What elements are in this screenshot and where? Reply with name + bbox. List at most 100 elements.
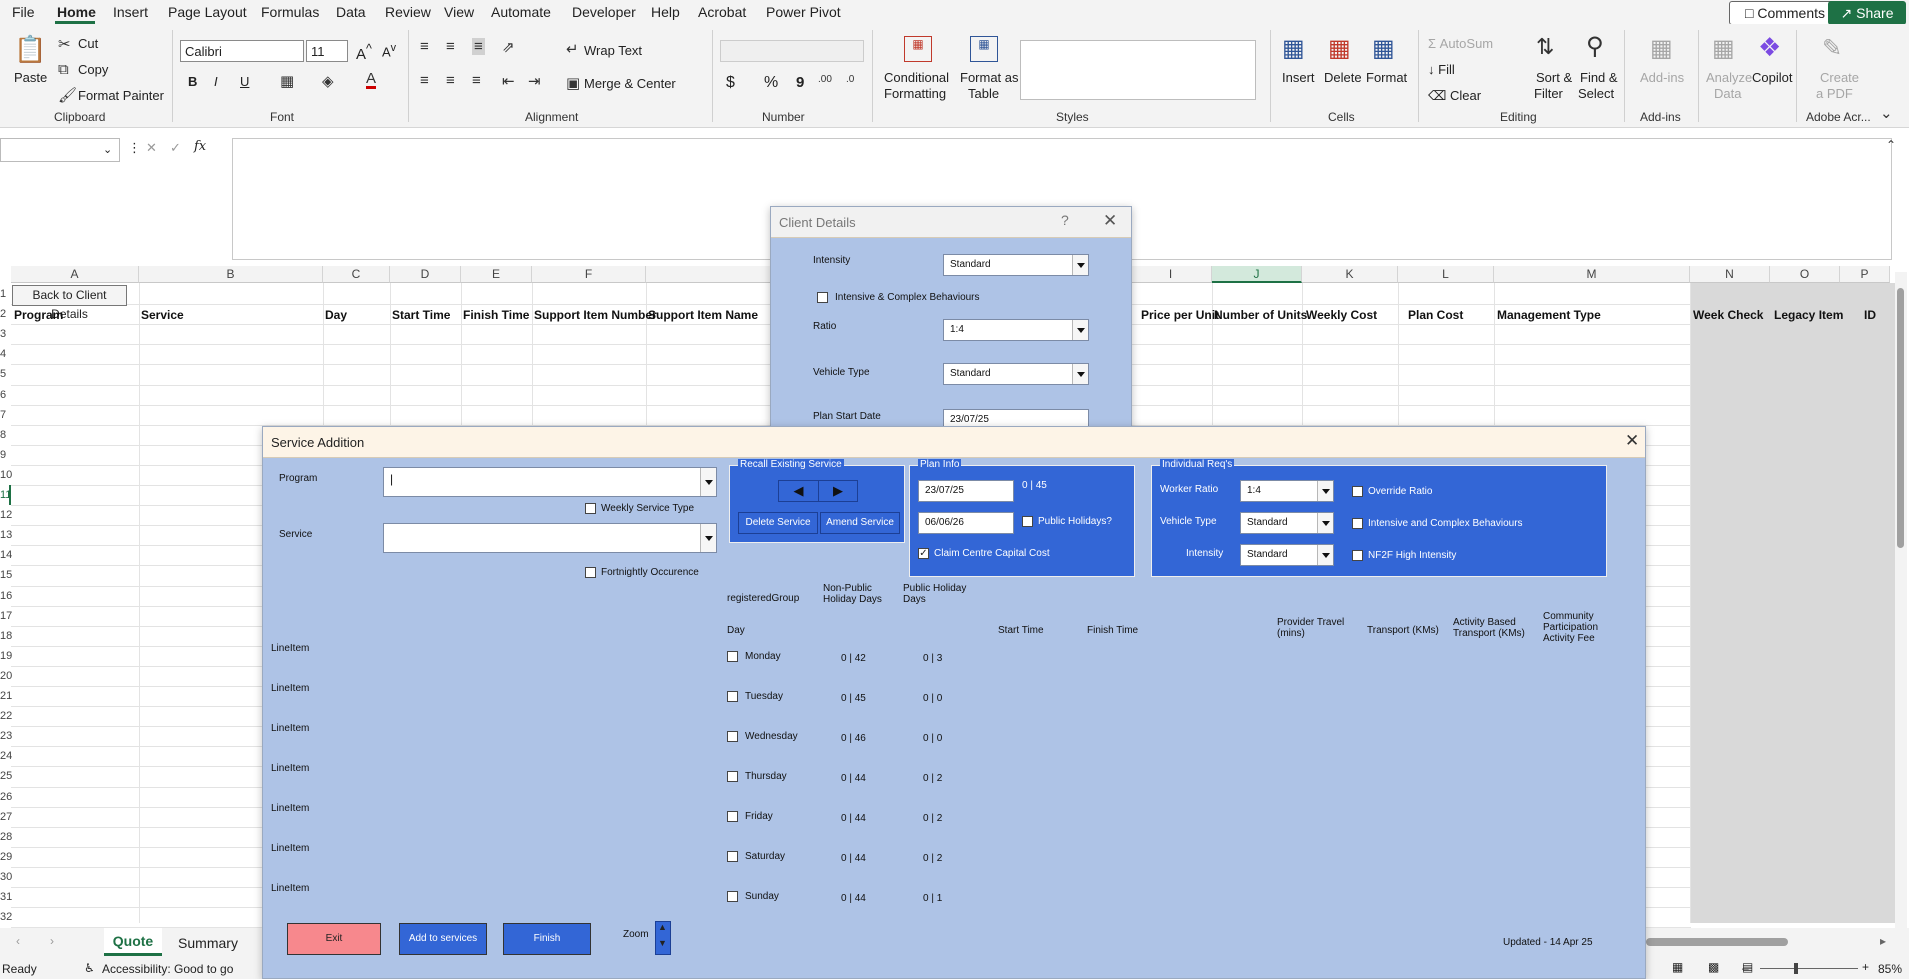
ratio-dropdown[interactable]: 1:4 <box>943 319 1089 341</box>
claim-centre-checkbox[interactable]: ✓ <box>918 548 929 559</box>
bold-button[interactable]: B <box>188 74 197 89</box>
menu-data[interactable]: Data <box>336 4 366 20</box>
client-details-close-icon[interactable]: ✕ <box>1103 211 1117 231</box>
menu-home[interactable]: Home <box>57 4 96 20</box>
row-header[interactable]: 2 <box>0 304 11 324</box>
align-left-icon[interactable]: ≡ <box>420 72 429 89</box>
row-header[interactable]: 27 <box>0 807 12 827</box>
underline-button[interactable]: U <box>240 74 249 89</box>
column-header-n[interactable]: N <box>1690 266 1770 283</box>
format-painter-button[interactable]: Format Painter <box>78 88 164 103</box>
column-header-b[interactable]: B <box>139 266 323 283</box>
exit-button[interactable]: Exit <box>287 923 381 955</box>
column-header-i[interactable]: I <box>1130 266 1212 283</box>
row-header[interactable]: 15 <box>0 565 12 585</box>
public-holidays-checkbox[interactable] <box>1022 516 1033 527</box>
row-header[interactable]: 20 <box>0 666 12 686</box>
day-checkbox[interactable] <box>727 891 738 902</box>
program-dropdown[interactable]: | <box>383 467 717 497</box>
analyze-data-icon[interactable]: ▦ <box>1712 34 1735 63</box>
row-header[interactable]: 23 <box>0 726 12 746</box>
number-format-combo[interactable] <box>720 40 864 62</box>
row-header[interactable]: 29 <box>0 847 12 867</box>
enter-icon[interactable]: ✓ <box>170 140 181 156</box>
cancel-icon[interactable]: ✕ <box>146 140 157 156</box>
row-header[interactable]: 4 <box>0 344 11 364</box>
column-header-l[interactable]: L <box>1398 266 1494 283</box>
row-header[interactable]: 1 <box>0 284 11 304</box>
worker-ratio-dropdown[interactable]: 1:4 <box>1240 480 1334 502</box>
accessibility-status[interactable]: Accessibility: Good to go <box>102 962 233 976</box>
service-dropdown[interactable] <box>383 523 717 553</box>
intensity-dropdown[interactable]: Standard <box>943 254 1089 276</box>
align-bottom-icon[interactable]: ≡ <box>472 38 485 55</box>
increase-font-icon[interactable]: A^ <box>356 42 372 63</box>
service-addition-close-icon[interactable]: ✕ <box>1625 431 1639 451</box>
row-header[interactable]: 22 <box>0 706 12 726</box>
row-header[interactable]: 17 <box>0 606 12 626</box>
row-header[interactable]: 13 <box>0 525 12 545</box>
menu-automate[interactable]: Automate <box>491 4 551 20</box>
vehicle-type-dropdown[interactable]: Standard <box>943 363 1089 385</box>
row-header[interactable]: 19 <box>0 646 12 666</box>
increase-decimal-icon[interactable]: .00 <box>818 74 832 85</box>
insert-cells-button[interactable]: Insert <box>1282 70 1315 85</box>
column-header-d[interactable]: D <box>390 266 461 283</box>
menu-power-pivot[interactable]: Power Pivot <box>766 4 841 20</box>
vehicle-type-dropdown[interactable]: Standard <box>1240 512 1334 534</box>
zoom-slider[interactable] <box>1760 968 1858 969</box>
row-header[interactable]: 28 <box>0 827 12 847</box>
find-select-button[interactable]: Find & <box>1580 70 1618 85</box>
addins-button[interactable]: Add-ins <box>1640 70 1684 85</box>
delete-cells-button[interactable]: Delete <box>1324 70 1362 85</box>
normal-view-icon[interactable]: ▦ <box>1672 960 1683 974</box>
day-checkbox[interactable] <box>727 851 738 862</box>
menu-help[interactable]: Help <box>651 4 680 20</box>
sort-filter-button[interactable]: Sort & <box>1536 70 1572 85</box>
row-header[interactable]: 8 <box>0 425 11 445</box>
row-header[interactable]: 6 <box>0 385 11 405</box>
decrease-font-icon[interactable]: Av <box>382 42 396 59</box>
chevron-up-icon[interactable]: ⌃ <box>1886 138 1896 152</box>
day-checkbox[interactable] <box>727 771 738 782</box>
intensive-complex-checkbox[interactable] <box>817 292 828 303</box>
create-pdf-icon[interactable]: ✎ <box>1822 34 1842 63</box>
menu-acrobat[interactable]: Acrobat <box>698 4 746 20</box>
amend-service-button[interactable]: Amend Service <box>820 512 900 534</box>
tab-quote[interactable]: Quote <box>104 928 162 956</box>
copilot-icon[interactable]: ❖ <box>1758 32 1781 63</box>
fill-color-icon[interactable]: ◈ <box>322 72 334 90</box>
menu-formulas[interactable]: Formulas <box>261 4 319 20</box>
add-to-services-button[interactable]: Add to services <box>399 923 487 955</box>
column-header-g[interactable] <box>646 266 774 283</box>
column-header-a[interactable]: A <box>11 266 139 283</box>
wrap-text-button[interactable]: Wrap Text <box>584 43 642 58</box>
zoom-in-icon[interactable]: + <box>1862 960 1869 974</box>
vertical-scroll-thumb[interactable] <box>1897 288 1904 548</box>
orientation-icon[interactable]: ⇗ <box>502 38 515 56</box>
vertical-scrollbar[interactable] <box>1895 272 1907 928</box>
align-center-icon[interactable]: ≡ <box>446 72 455 89</box>
conditional-formatting-icon[interactable]: ▦ <box>904 36 932 62</box>
font-color-icon[interactable]: A <box>366 71 377 89</box>
previous-service-button[interactable]: ◀ <box>779 481 819 501</box>
copilot-button[interactable]: Copilot <box>1752 70 1792 85</box>
analyze-data-button[interactable]: Analyze <box>1706 70 1752 85</box>
zoom-out-icon[interactable]: – <box>1742 961 1749 975</box>
column-header-k[interactable]: K <box>1302 266 1398 283</box>
nf2f-checkbox[interactable] <box>1352 550 1363 561</box>
currency-button[interactable]: $ <box>726 74 735 92</box>
row-header[interactable]: 11 <box>0 485 11 505</box>
row-header[interactable]: 5 <box>0 364 11 384</box>
font-name-combo[interactable]: Calibri <box>180 40 304 62</box>
format-as-table-button[interactable]: Format as <box>960 70 1019 85</box>
column-header-j[interactable]: J <box>1212 266 1302 283</box>
row-header[interactable]: 18 <box>0 626 12 646</box>
collapse-ribbon-icon[interactable]: ⌄ <box>1880 104 1893 122</box>
day-checkbox[interactable] <box>727 811 738 822</box>
addins-icon[interactable]: ▦ <box>1650 34 1673 63</box>
horizontal-scroll-thumb[interactable] <box>1646 938 1788 946</box>
column-header-f[interactable]: F <box>532 266 646 283</box>
insert-cells-icon[interactable]: ▦ <box>1282 34 1305 63</box>
share-button[interactable]: ↗ Share <box>1828 1 1906 25</box>
